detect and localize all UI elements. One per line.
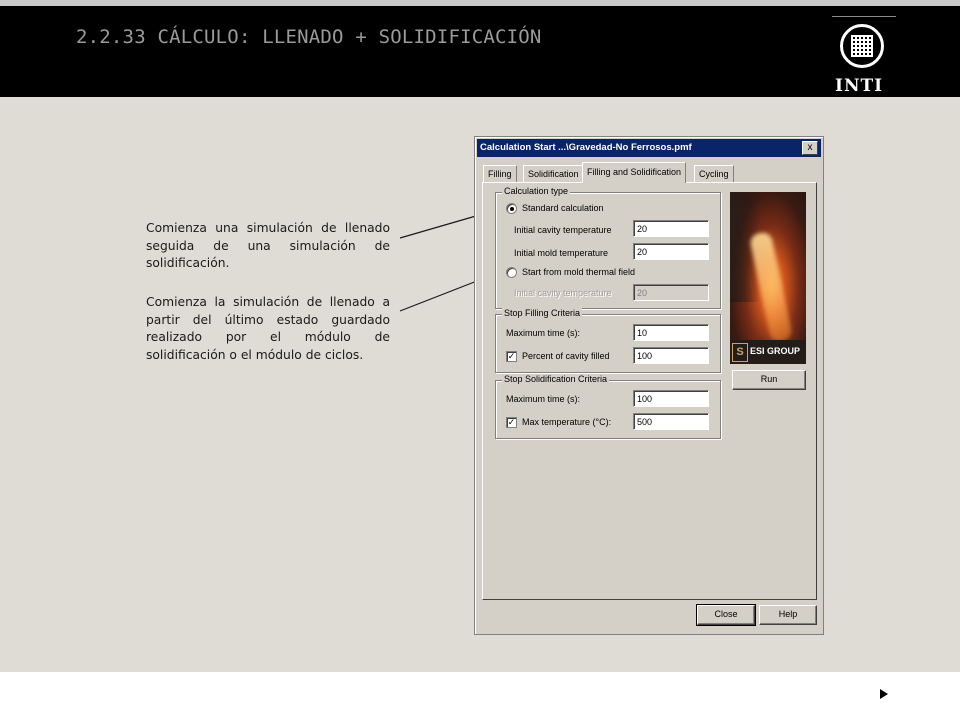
- close-button[interactable]: Close: [696, 604, 756, 626]
- max-temperature-input[interactable]: 500: [633, 413, 709, 430]
- run-button[interactable]: Run: [732, 370, 806, 390]
- solidification-max-time-input[interactable]: 100: [633, 390, 709, 407]
- percent-filled-checkbox[interactable]: ✓: [506, 351, 517, 362]
- tab-cycling[interactable]: Cycling: [694, 165, 734, 182]
- percent-filled-label: Percent of cavity filled: [522, 351, 610, 361]
- logo-text: INTI: [835, 76, 884, 96]
- tab-solidification[interactable]: Solidification: [523, 165, 584, 182]
- percent-filled-input[interactable]: 100: [633, 347, 709, 364]
- initial-mold-temperature-input[interactable]: 20: [633, 243, 709, 260]
- radio-selected-dot: [510, 207, 514, 211]
- dialog-titlebar[interactable]: Calculation Start ...\Gravedad-No Ferros…: [477, 139, 821, 157]
- tab-strip: Filling Solidification Filling and Solid…: [483, 161, 823, 183]
- mold-field-cavity-temperature-label: Initial cavity temperature: [514, 288, 612, 298]
- solidification-max-time-label: Maximum time (s):: [506, 394, 580, 404]
- dialog-title: Calculation Start ...\Gravedad-No Ferros…: [480, 142, 692, 153]
- tab-filling[interactable]: Filling: [483, 165, 517, 182]
- inti-logo: INTI: [832, 16, 896, 96]
- annotation-standard-calculation: Comienza una simulación de llenado segui…: [146, 221, 390, 270]
- max-temperature-label: Max temperature (°C):: [522, 417, 612, 427]
- stop-solidification-criteria-label: Stop Solidification Criteria: [502, 374, 610, 384]
- max-temperature-checkbox[interactable]: ✓: [506, 417, 517, 428]
- esi-group-banner-image: S ESI GROUP: [730, 192, 806, 364]
- initial-mold-temperature-label: Initial mold temperature: [514, 248, 609, 258]
- filling-max-time-label: Maximum time (s):: [506, 328, 580, 338]
- calculation-type-group: Calculation type Standard calculation In…: [495, 186, 721, 309]
- stop-solidification-criteria-group: Stop Solidification Criteria Maximum tim…: [495, 374, 721, 439]
- next-slide-arrow-icon[interactable]: [880, 689, 888, 699]
- logo-emblem: [840, 24, 884, 68]
- initial-cavity-temperature-label: Initial cavity temperature: [514, 225, 612, 235]
- calculation-type-label: Calculation type: [502, 186, 571, 196]
- standard-calculation-label: Standard calculation: [522, 203, 604, 213]
- radio-standard-calculation[interactable]: [506, 203, 517, 214]
- start-from-mold-thermal-field-label: Start from mold thermal field: [522, 267, 636, 277]
- stop-filling-criteria-label: Stop Filling Criteria: [502, 308, 583, 318]
- tab-filling-and-solidification[interactable]: Filling and Solidification: [582, 162, 687, 183]
- close-icon[interactable]: x: [802, 141, 818, 155]
- annotation-mold-thermal-field: Comienza la simulación de llenado a part…: [146, 295, 390, 362]
- logo-divider: [832, 16, 896, 17]
- esi-logo-text: ESI GROUP: [750, 346, 801, 356]
- filling-max-time-input[interactable]: 10: [633, 324, 709, 341]
- mold-field-cavity-temperature-input: 20: [633, 284, 709, 301]
- help-button[interactable]: Help: [759, 605, 817, 625]
- radio-start-from-mold-thermal-field[interactable]: [506, 267, 517, 278]
- esi-logo-mark: S: [732, 343, 748, 362]
- calculation-start-dialog: Calculation Start ...\Gravedad-No Ferros…: [474, 136, 824, 635]
- slide-title: 2.2.33 CÁLCULO: LLENADO + SOLIDIFICACIÓN: [76, 26, 542, 48]
- esi-group-logo: S ESI GROUP: [730, 340, 806, 364]
- logo-grid-icon: [851, 35, 873, 57]
- tab-page: Calculation type Standard calculation In…: [482, 182, 817, 600]
- initial-cavity-temperature-input[interactable]: 20: [633, 220, 709, 237]
- slide-header: 2.2.33 CÁLCULO: LLENADO + SOLIDIFICACIÓN…: [0, 6, 960, 97]
- stop-filling-criteria-group: Stop Filling Criteria Maximum time (s): …: [495, 308, 721, 373]
